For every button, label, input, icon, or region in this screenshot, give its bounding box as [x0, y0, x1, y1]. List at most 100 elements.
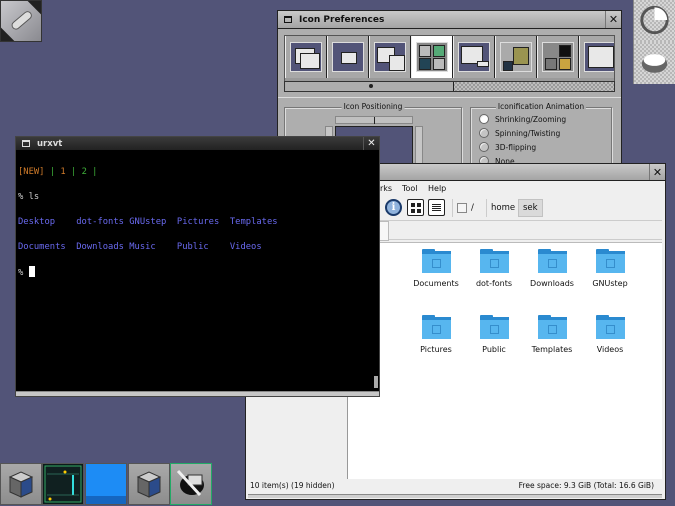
appearance-pref-icon[interactable] [495, 36, 537, 78]
radio-shrinking-zooming[interactable]: Shrinking/Zooming [479, 114, 566, 124]
tab-1[interactable]: 1 [60, 167, 65, 177]
recycler-wrench-icon[interactable] [0, 0, 42, 42]
file-item[interactable]: Pictures [406, 315, 466, 354]
horizontal-scrollbar[interactable] [248, 494, 662, 498]
file-item-label: Videos [596, 345, 624, 354]
file-view[interactable]: topDocumentsdot-fontsDownloadsGNUsteplic… [336, 242, 662, 479]
terminal-bottom-bar [16, 391, 379, 396]
blue-workspace-icon[interactable] [85, 463, 127, 505]
terminal-window: urxvt ✕ [NEW] | 1 | 2 | % ls Desktop dot… [15, 136, 380, 397]
ls-entry: Pictures [176, 216, 230, 227]
menu-help[interactable]: Help [428, 184, 446, 193]
file-item[interactable]: dot-fonts [464, 249, 524, 288]
terminal-output[interactable]: [NEW] | 1 | 2 | % ls Desktop dot-fonts G… [18, 153, 369, 304]
menu-pref-icon[interactable] [579, 36, 614, 78]
folder-icon [421, 315, 451, 339]
dock-disk-icon[interactable] [633, 42, 675, 84]
ls-entry: Desktop [18, 216, 77, 227]
window-placement-pref-icon[interactable] [327, 36, 369, 78]
scrollbar-knob[interactable] [285, 82, 454, 91]
tabs-line: [NEW] | 1 | 2 | [18, 166, 369, 179]
system-monitor-icon[interactable] [42, 463, 84, 505]
folder-icon [537, 249, 567, 273]
tab-new[interactable]: [NEW] [18, 167, 44, 177]
window-title: urxvt [37, 138, 63, 149]
path-root-label: / [471, 203, 474, 213]
status-bar: 10 item(s) (19 hidden) Free space: 9.3 G… [246, 479, 662, 493]
file-item-label: dot-fonts [475, 279, 513, 288]
ls-entry: Videos [229, 241, 262, 252]
folder-icon [479, 249, 509, 273]
preferences-scrollbar[interactable] [284, 81, 615, 92]
folder-icon [421, 249, 451, 273]
radio-button[interactable] [479, 142, 489, 152]
keyboard-mouse-pref-icon[interactable] [537, 36, 579, 78]
radio-button[interactable] [479, 128, 489, 138]
file-item[interactable]: Documents [406, 249, 466, 288]
icon-positioning-label: Icon Positioning [341, 102, 405, 111]
window-list-pref-icon[interactable] [369, 36, 411, 78]
list-view-icon[interactable] [428, 199, 445, 216]
ls-entry: Documents [18, 241, 77, 252]
prompt: % [18, 267, 29, 278]
cube-app-1-icon[interactable] [0, 463, 42, 505]
ls-entry: Public [176, 241, 230, 252]
radio-label: Shrinking/Zooming [495, 114, 567, 124]
listing-row: Documents Downloads Music Public Videos [18, 241, 369, 254]
path-sek-button[interactable]: sek [518, 199, 543, 217]
vertical-scrollbar[interactable] [374, 152, 378, 388]
window-title: Icon Preferences [299, 14, 385, 25]
menu-bookmarks[interactable]: rks [380, 184, 392, 193]
icon-pref-icon[interactable] [411, 36, 453, 78]
file-item[interactable]: Videos [580, 315, 640, 354]
icon-preferences-titlebar[interactable]: Icon Preferences ✕ [278, 11, 621, 29]
menu-tool[interactable]: Tool [402, 184, 418, 193]
file-item-label: Templates [531, 345, 573, 354]
minimize-button[interactable] [281, 13, 295, 27]
file-item[interactable]: Downloads [522, 249, 582, 288]
window-focus-pref-icon[interactable] [285, 36, 327, 78]
close-button[interactable]: ✕ [605, 11, 621, 28]
file-item[interactable]: GNUstep [580, 249, 640, 288]
file-item[interactable]: Templates [522, 315, 582, 354]
ls-entry: Downloads [76, 241, 130, 252]
iconification-animation-label: Iconification Animation [495, 102, 587, 111]
file-item[interactable]: Public [464, 315, 524, 354]
dock-clip-icon[interactable] [633, 0, 675, 42]
radio-label: 3D-flipping [495, 142, 537, 152]
minimize-button[interactable] [19, 137, 33, 151]
file-item-label: Pictures [420, 345, 452, 354]
item-count: 10 item(s) (19 hidden) [250, 481, 335, 490]
tab-2[interactable]: 2 [82, 167, 87, 177]
separator: | [49, 166, 56, 177]
workspace-pref-icon[interactable] [453, 36, 495, 78]
path-root-button[interactable]: / [452, 199, 478, 217]
command-line: % ls [18, 191, 369, 204]
command: ls [28, 191, 40, 202]
folder-icon [595, 315, 625, 339]
separator: | [92, 166, 98, 177]
close-button[interactable]: ✕ [649, 164, 665, 180]
file-item-label: GNUstep [592, 279, 628, 288]
close-button[interactable]: ✕ [363, 137, 379, 150]
ls-entry: GNUstep [129, 216, 177, 227]
terminal-titlebar[interactable]: urxvt ✕ [16, 137, 379, 151]
info-icon[interactable]: i [385, 199, 402, 216]
screen-preview-top [335, 116, 413, 124]
radio-button[interactable] [479, 114, 489, 124]
ls-entry: dot-fonts [76, 216, 130, 227]
radio-spinning-twisting[interactable]: Spinning/Twisting [479, 128, 560, 138]
iconification-animation-group: Iconification Animation Shrinking/Zoomin… [470, 102, 612, 169]
cube-app-2-icon[interactable] [128, 463, 170, 505]
folder-icon [595, 249, 625, 273]
file-item-label: Public [482, 345, 506, 354]
ls-entry: Music [129, 241, 177, 252]
path-home-button[interactable]: home [486, 199, 519, 217]
file-item-label: Documents [413, 279, 459, 288]
radio-3d-flipping[interactable]: 3D-flipping [479, 142, 536, 152]
preferences-tool-icon[interactable] [170, 463, 212, 505]
scrollbar-thumb[interactable] [374, 376, 378, 388]
location-bar[interactable] [379, 220, 662, 241]
free-space: Free space: 9.3 GiB (Total: 16.6 GiB) [518, 481, 654, 490]
icon-view-icon[interactable] [407, 199, 424, 216]
